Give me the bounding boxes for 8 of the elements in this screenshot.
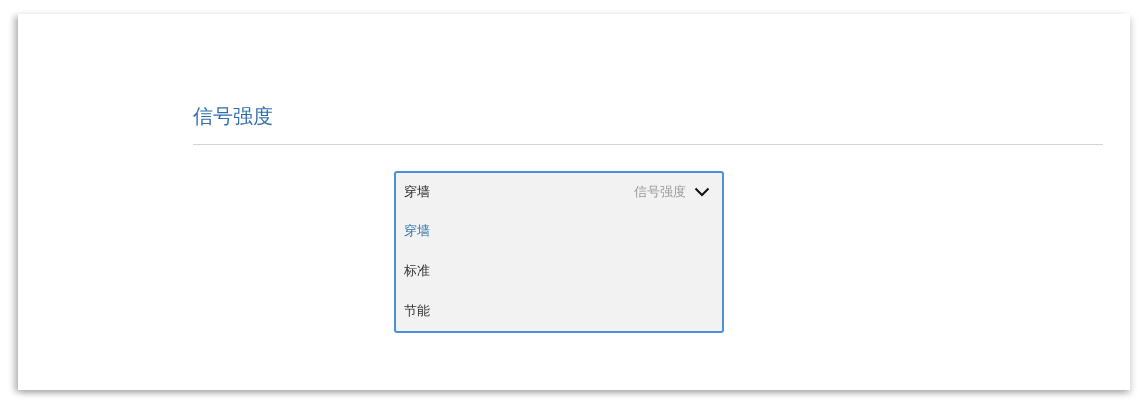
chevron-down-icon (694, 187, 710, 197)
signal-strength-dropdown[interactable]: 穿墙 信号强度 穿墙 标准 节能 (394, 171, 724, 333)
dropdown-option[interactable]: 标准 (396, 251, 722, 291)
field-label: 信号强度 (634, 183, 686, 201)
dropdown-option[interactable]: 节能 (396, 291, 722, 331)
section-title: 信号强度 (193, 102, 1103, 145)
selected-value: 穿墙 (404, 183, 431, 201)
dropdown-option[interactable]: 穿墙 (396, 211, 722, 251)
